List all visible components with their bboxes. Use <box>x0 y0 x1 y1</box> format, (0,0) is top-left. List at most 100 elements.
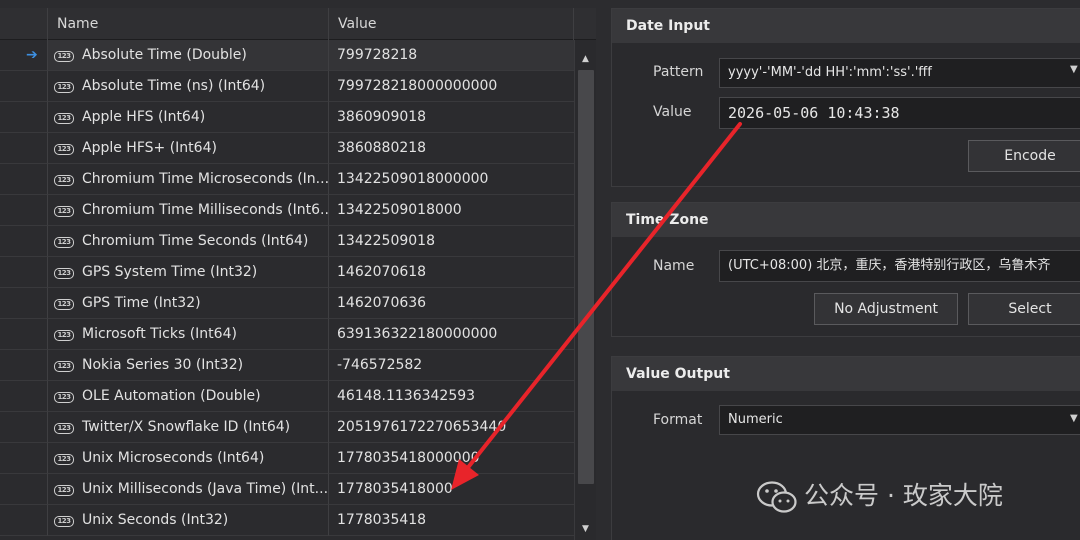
value-cell[interactable]: 3860880218 <box>329 133 574 164</box>
scroll-down-arrow-icon[interactable]: ▼ <box>575 520 596 538</box>
date-value-input[interactable]: 2026-05-06 10:43:38 <box>719 97 1080 129</box>
row-indicator[interactable] <box>0 319 48 350</box>
row-indicator[interactable] <box>0 195 48 226</box>
numeric-type-icon: 123 <box>54 175 74 186</box>
table-row[interactable]: 123 Twitter/X Snowflake ID (Int64) 2051976… <box>0 412 574 443</box>
numeric-type-icon: 123 <box>54 144 74 155</box>
table-row[interactable]: 123 Apple HFS (Int64) 3860909018 <box>0 102 574 133</box>
table-row[interactable]: 123 Unix Milliseconds (Java Time) (Int...… <box>0 474 574 505</box>
grid-header: Name Value <box>0 8 596 40</box>
row-indicator[interactable] <box>0 381 48 412</box>
time-zone-title: Time Zone <box>612 203 1080 237</box>
value-cell[interactable]: 46148.1136342593 <box>329 381 574 412</box>
value-cell[interactable]: 13422509018000000 <box>329 164 574 195</box>
table-row[interactable]: 123 Unix Microseconds (Int64) 177803541800… <box>0 443 574 474</box>
numeric-type-icon: 123 <box>54 361 74 372</box>
timezone-name-field[interactable]: (UTC+08:00) 北京，重庆，香港特别行政区，乌鲁木齐 <box>719 250 1080 282</box>
table-row[interactable]: 123 Apple HFS+ (Int64) 3860880218 <box>0 133 574 164</box>
name-cell[interactable]: 123 Absolute Time (ns) (Int64) <box>48 71 329 102</box>
value-cell[interactable]: 1462070636 <box>329 288 574 319</box>
row-indicator-header <box>0 8 48 40</box>
value-cell[interactable]: -746572582 <box>329 350 574 381</box>
value-cell[interactable]: 2051976172270653440 <box>329 412 574 443</box>
row-indicator[interactable] <box>0 71 48 102</box>
scroll-up-arrow-icon[interactable]: ▲ <box>575 50 596 68</box>
row-indicator[interactable] <box>0 102 48 133</box>
name-text: GPS System Time (Int32) <box>82 264 258 280</box>
name-cell[interactable]: 123 Absolute Time (Double) <box>48 40 329 71</box>
table-row[interactable]: 123 Nokia Series 30 (Int32) -746572582 <box>0 350 574 381</box>
table-row[interactable]: 123 Chromium Time Milliseconds (Int6... 13… <box>0 195 574 226</box>
value-cell[interactable]: 639136322180000000 <box>329 319 574 350</box>
pattern-label: Pattern <box>653 64 704 80</box>
row-indicator[interactable] <box>0 412 48 443</box>
format-dropdown[interactable]: Numeric <box>719 405 1080 435</box>
name-cell[interactable]: 123 Nokia Series 30 (Int32) <box>48 350 329 381</box>
scrollbar-thumb[interactable] <box>578 70 594 484</box>
numeric-type-icon: 123 <box>54 113 74 124</box>
name-cell[interactable]: 123 Microsoft Ticks (Int64) <box>48 319 329 350</box>
table-row[interactable]: 123 Chromium Time Microseconds (In... 1342… <box>0 164 574 195</box>
table-row[interactable]: 123 OLE Automation (Double) 46148.11363425… <box>0 381 574 412</box>
row-indicator[interactable] <box>0 350 48 381</box>
table-row[interactable]: 123 GPS System Time (Int32) 1462070618 <box>0 257 574 288</box>
name-cell[interactable]: 123 Chromium Time Microseconds (In... <box>48 164 329 195</box>
name-text: Chromium Time Milliseconds (Int6... <box>82 202 329 218</box>
row-indicator[interactable] <box>0 164 48 195</box>
name-text: GPS Time (Int32) <box>82 295 201 311</box>
table-row[interactable]: 123 Unix Seconds (Int32) 1778035418 <box>0 505 574 536</box>
pattern-dropdown[interactable]: yyyy'-'MM'-'dd HH':'mm':'ss'.'fff <box>719 58 1080 88</box>
timezone-name-label: Name <box>653 258 695 274</box>
table-row[interactable]: 123 Absolute Time (ns) (Int64) 79972821800… <box>0 71 574 102</box>
name-cell[interactable]: 123 GPS Time (Int32) <box>48 288 329 319</box>
select-timezone-button[interactable]: Select <box>968 293 1080 325</box>
value-cell[interactable]: 3860909018 <box>329 102 574 133</box>
date-input-panel: Date Input Pattern yyyy'-'MM'-'dd HH':'m… <box>611 8 1080 187</box>
name-cell[interactable]: 123 Unix Microseconds (Int64) <box>48 443 329 474</box>
format-dropdown-arrow-icon[interactable]: ▼ <box>1070 413 1078 424</box>
row-indicator[interactable] <box>0 288 48 319</box>
column-header-name[interactable]: Name <box>48 8 329 40</box>
table-row[interactable]: 123 Chromium Time Seconds (Int64) 13422509… <box>0 226 574 257</box>
value-cell[interactable]: 13422509018000 <box>329 195 574 226</box>
name-cell[interactable]: 123 Apple HFS (Int64) <box>48 102 329 133</box>
row-indicator[interactable] <box>0 443 48 474</box>
table-row[interactable]: 123 Microsoft Ticks (Int64) 63913632218000… <box>0 319 574 350</box>
value-cell[interactable]: 1778035418000 <box>329 474 574 505</box>
value-label: Value <box>653 104 692 120</box>
row-indicator[interactable] <box>0 474 48 505</box>
no-adjustment-button[interactable]: No Adjustment <box>814 293 958 325</box>
vertical-scrollbar[interactable]: ▲ ▼ <box>574 40 596 540</box>
numeric-type-icon: 123 <box>54 330 74 341</box>
name-cell[interactable]: 123 Unix Milliseconds (Java Time) (Int... <box>48 474 329 505</box>
name-cell[interactable]: 123 OLE Automation (Double) <box>48 381 329 412</box>
name-cell[interactable]: 123 Chromium Time Seconds (Int64) <box>48 226 329 257</box>
table-row[interactable]: 123 GPS Time (Int32) 1462070636 <box>0 288 574 319</box>
watermark-text: 公众号 · 玫家大院 <box>804 481 1003 510</box>
encode-button[interactable]: Encode <box>968 140 1080 172</box>
name-cell[interactable]: 123 Apple HFS+ (Int64) <box>48 133 329 164</box>
name-text: Unix Seconds (Int32) <box>82 512 229 528</box>
column-header-value[interactable]: Value <box>329 8 574 40</box>
name-cell[interactable]: 123 Unix Seconds (Int32) <box>48 505 329 536</box>
value-cell[interactable]: 799728218000000000 <box>329 71 574 102</box>
selected-row-arrow-icon[interactable]: ➔ <box>0 40 48 71</box>
row-indicator[interactable] <box>0 505 48 536</box>
name-cell[interactable]: 123 GPS System Time (Int32) <box>48 257 329 288</box>
name-text: Chromium Time Microseconds (In... <box>82 171 329 187</box>
table-row[interactable]: ➔ 123 Absolute Time (Double) 799728218 <box>0 40 574 71</box>
value-cell[interactable]: 13422509018 <box>329 226 574 257</box>
numeric-type-icon: 123 <box>54 392 74 403</box>
value-cell[interactable]: 1778035418000000 <box>329 443 574 474</box>
value-cell[interactable]: 799728218 <box>329 40 574 71</box>
row-indicator[interactable] <box>0 257 48 288</box>
name-cell[interactable]: 123 Twitter/X Snowflake ID (Int64) <box>48 412 329 443</box>
pattern-dropdown-arrow-icon[interactable]: ▼ <box>1070 64 1078 75</box>
name-text: Apple HFS+ (Int64) <box>82 140 217 156</box>
name-cell[interactable]: 123 Chromium Time Milliseconds (Int6... <box>48 195 329 226</box>
value-cell[interactable]: 1462070618 <box>329 257 574 288</box>
row-indicator[interactable] <box>0 226 48 257</box>
value-cell[interactable]: 1778035418 <box>329 505 574 536</box>
row-indicator[interactable] <box>0 133 48 164</box>
name-text: Absolute Time (Double) <box>82 47 247 63</box>
